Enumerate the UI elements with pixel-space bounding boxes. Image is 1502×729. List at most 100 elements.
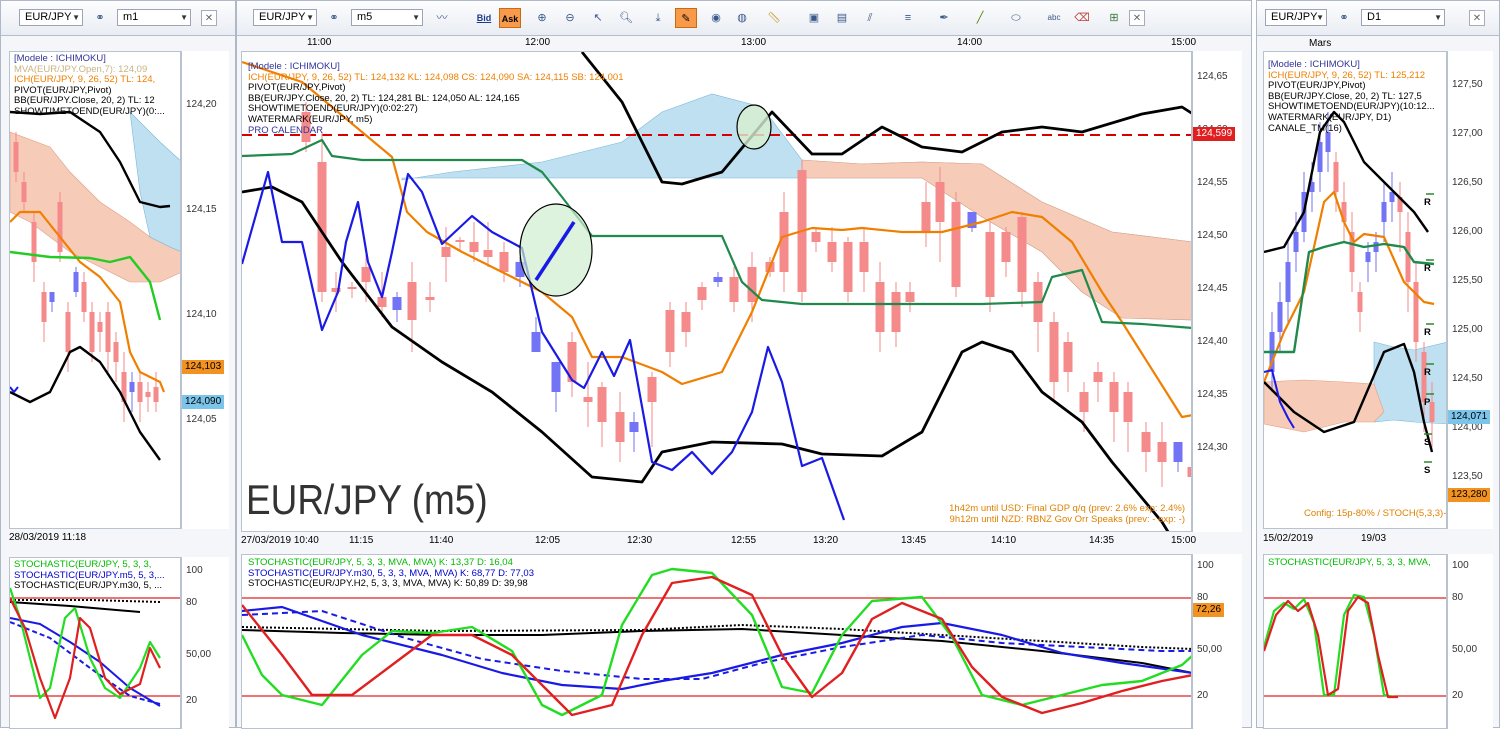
- candle-body: [665, 310, 675, 352]
- left-symbol-select[interactable]: EUR/JPY ▼: [19, 9, 83, 26]
- template-icon[interactable]: ▤: [831, 8, 853, 28]
- left-legend-line: [Modele : ICHIMOKU]: [14, 53, 106, 64]
- right-price-tick-label: 127,00: [1452, 128, 1483, 139]
- eye-icon[interactable]: ◉: [705, 8, 727, 28]
- stochastic-tick-label: 80: [1197, 592, 1209, 603]
- candle-body: [697, 287, 707, 300]
- globe-icon[interactable]: ◍: [731, 8, 753, 28]
- fibonacci-icon[interactable]: ⫽: [859, 8, 881, 28]
- time-axis-label: 12:30: [627, 535, 653, 546]
- candle-body: [455, 240, 465, 242]
- resistance-price-tag: 124,599: [1193, 127, 1236, 141]
- right-timeframe-select[interactable]: D1 ▼: [1361, 9, 1445, 26]
- center-watermark: EUR/JPY (m5): [246, 476, 488, 523]
- candle-body: [905, 292, 915, 302]
- calendar-note: 1h42m until USD: Final GDP q/q (prev: 2.…: [949, 503, 1185, 514]
- zoom-in-icon[interactable]: ⊕: [531, 8, 553, 28]
- ask-button[interactable]: Ask: [499, 8, 521, 28]
- time-axis-label: 15:00: [1171, 535, 1197, 546]
- magnifier-icon[interactable]: 🔍︎: [615, 8, 637, 28]
- center-stochastic-chart[interactable]: STOCHASTIC(EUR/JPY, 5, 3, 3, MVA, MVA) K…: [241, 554, 1192, 729]
- candle-body: [1285, 262, 1291, 302]
- pivot-label: R: [1424, 367, 1431, 378]
- left-price-chart[interactable]: [Modele : ICHIMOKU] MVA(EUR/JPY.Open,7): …: [9, 51, 181, 529]
- line-chart-icon[interactable]: 〰: [431, 8, 453, 28]
- center-toolbar: EUR/JPY ▼ ⚭ m5 ▼ 〰 Bid Ask ⊕ ⊖ ↖ 🔍︎ ⤓ ✎ ◉ …: [237, 1, 1251, 36]
- right-stochastic-chart[interactable]: STOCHASTIC(EUR/JPY, 5, 3, 3, MVA,: [1263, 554, 1447, 729]
- candle-body: [747, 267, 757, 302]
- close-icon[interactable]: ✕: [201, 10, 217, 26]
- link-icon[interactable]: ⚭: [89, 8, 111, 28]
- text-tool-icon[interactable]: abc: [1043, 8, 1065, 28]
- candle-body: [49, 292, 55, 302]
- bid-button[interactable]: Bid: [473, 8, 495, 28]
- tree-icon[interactable]: ⊞: [1103, 8, 1125, 28]
- left-stochastic-legend: STOCHASTIC(EUR/JPY, 5, 3, 3, STOCHASTIC(E…: [14, 559, 165, 592]
- center-price-chart[interactable]: [Modele : ICHIMOKU] ICH(EUR/JPY, 9, 26, 5…: [241, 51, 1192, 532]
- stochastic-m30-k: [242, 605, 1191, 691]
- left-stochastic-axis: 100 80 50,00 20: [181, 557, 229, 729]
- right-price-axis: 127,50 127,00 126,50 126,00 125,50 125,00 124,…: [1447, 51, 1493, 529]
- eraser-icon[interactable]: ⌫: [1071, 8, 1093, 28]
- trendline-icon[interactable]: ╱: [969, 8, 991, 28]
- right-stochastic-plot: [1264, 593, 1446, 699]
- fit-icon[interactable]: ⤓: [647, 8, 669, 28]
- right-symbol-select[interactable]: EUR/JPY ▼: [1265, 9, 1327, 26]
- candle-body: [1049, 322, 1059, 382]
- right-stochastic-d: [1264, 595, 1398, 699]
- candle-body: [89, 312, 95, 352]
- left-stochastic-slow-d: [10, 599, 161, 603]
- candle-body: [1325, 132, 1331, 152]
- center-chart-window: EUR/JPY ▼ ⚭ m5 ▼ 〰 Bid Ask ⊕ ⊖ ↖ 🔍︎ ⤓ ✎ ◉ …: [236, 0, 1252, 729]
- candle-body: [921, 202, 931, 232]
- ellipse-icon[interactable]: ⬭: [1005, 8, 1027, 28]
- candle-body: [129, 382, 135, 392]
- center-price-tick-label: 124,55: [1197, 177, 1228, 188]
- center-legend: [Modele : ICHIMOKU] ICH(EUR/JPY, 9, 26, 5…: [248, 61, 624, 136]
- ruler-icon[interactable]: 📏︎: [763, 8, 785, 28]
- chevron-down-icon: ▼: [1434, 13, 1442, 22]
- candle-body: [347, 287, 357, 289]
- candle-body: [1141, 432, 1151, 452]
- right-cloud: [1373, 341, 1446, 425]
- candle-body: [647, 377, 657, 402]
- right-month-label: Mars: [1309, 38, 1332, 49]
- candle-body: [57, 202, 63, 252]
- center-price-tick-label: 124,50: [1197, 230, 1228, 241]
- lines-icon[interactable]: ≡: [897, 8, 919, 28]
- close-icon[interactable]: ✕: [1469, 10, 1485, 26]
- candle-body: [1293, 232, 1299, 252]
- image-icon[interactable]: ▣: [803, 8, 825, 28]
- center-symbol-select[interactable]: EUR/JPY ▼: [253, 9, 317, 26]
- left-bb-lower: [10, 345, 161, 461]
- pen-icon[interactable]: ✒: [933, 8, 955, 28]
- candle-body: [875, 282, 885, 332]
- candle-body: [1001, 232, 1011, 262]
- candle-body: [1277, 302, 1283, 332]
- candle-body: [1063, 342, 1073, 372]
- pivot-label: R: [1424, 263, 1431, 274]
- pivot-label: R: [1424, 327, 1431, 338]
- right-price-tick-label: 127,50: [1452, 79, 1483, 90]
- center-price-tick-label: 124,45: [1197, 283, 1228, 294]
- zoom-out-icon[interactable]: ⊖: [559, 8, 581, 28]
- candle-body: [1365, 252, 1371, 262]
- right-tenkan-price-tag: 123,280: [1448, 488, 1491, 502]
- link-icon[interactable]: ⚭: [1333, 8, 1355, 28]
- left-stochastic-chart[interactable]: STOCHASTIC(EUR/JPY, 5, 3, 3, STOCHASTIC(E…: [9, 557, 181, 729]
- annotation-circle-small: [736, 104, 772, 150]
- left-timeframe-select[interactable]: m1 ▼: [117, 9, 191, 26]
- right-price-tick-label: 126,00: [1452, 226, 1483, 237]
- note-icon[interactable]: ✎: [675, 8, 697, 28]
- center-timeframe-select[interactable]: m5 ▼: [351, 9, 423, 26]
- left-toolbar: EUR/JPY ▼ ⚭ m1 ▼ ✕: [1, 1, 235, 36]
- right-stochastic-axis: 100 80 50,00 20: [1447, 554, 1493, 729]
- cursor-icon[interactable]: ↖: [587, 8, 609, 28]
- close-icon[interactable]: ✕: [1129, 10, 1145, 26]
- left-timeframe-label: m1: [123, 11, 139, 23]
- right-price-chart[interactable]: [Modele : ICHIMOKU] ICH(EUR/JPY, 9, 26, 5…: [1263, 51, 1447, 529]
- left-price-tick-label: 124,20: [186, 99, 217, 110]
- left-legend-line: SHOWTIMETOEND(EUR/JPY)(0:...: [14, 105, 165, 117]
- link-icon[interactable]: ⚭: [323, 8, 345, 28]
- right-price-tick-label: 125,50: [1452, 275, 1483, 286]
